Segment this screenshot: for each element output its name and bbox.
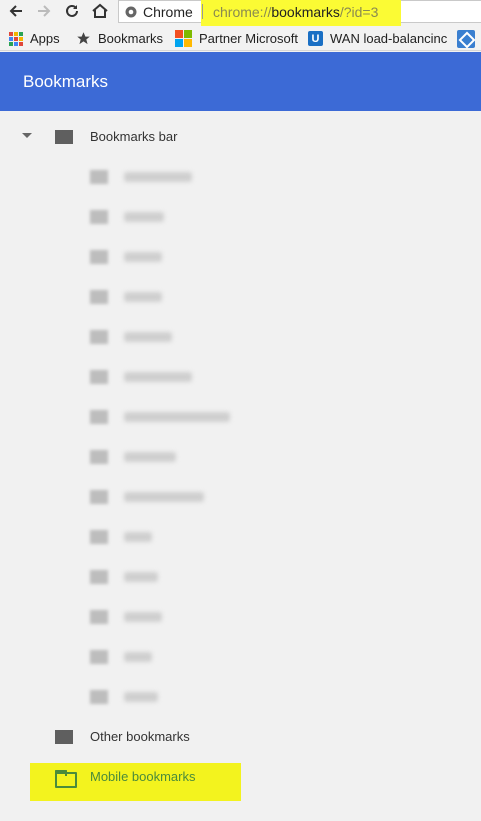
folder-icon <box>90 290 108 304</box>
bookmark-partner-microsoft[interactable]: Partner Microsoft <box>175 30 298 47</box>
reload-button[interactable] <box>61 0 83 22</box>
folder-icon <box>90 370 108 384</box>
tree-item-blurred-folder[interactable] <box>0 445 481 469</box>
tree-item-label: Other bookmarks <box>90 729 190 744</box>
folder-icon <box>90 490 108 504</box>
bookmarks-bar-strip: Apps Bookmarks Partner Microsoft U WAN l… <box>0 26 481 51</box>
expand-caret-icon[interactable] <box>22 133 32 138</box>
folder-icon <box>90 570 108 584</box>
folder-icon <box>90 450 108 464</box>
back-button[interactable] <box>5 0 27 22</box>
url-text[interactable]: chrome://bookmarks/?id=3 <box>213 4 378 20</box>
tree-item-blurred-folder[interactable] <box>0 205 481 229</box>
tree-item-label: Bookmarks bar <box>90 129 178 144</box>
bookmark-bookmarks[interactable]: Bookmarks <box>76 30 163 47</box>
bookmark-partner-microsoft-label: Partner Microsoft <box>199 31 298 46</box>
chip-label: Chrome <box>143 4 193 20</box>
tree-item-blurred-folder[interactable] <box>0 605 481 629</box>
folder-tree: Bookmarks bar Other bookmarks Mobile boo… <box>0 111 481 821</box>
blurred-label <box>124 572 158 582</box>
tree-item-bookmarks-bar[interactable]: Bookmarks bar <box>0 125 481 149</box>
tree-item-other-bookmarks[interactable]: Other bookmarks <box>0 725 481 749</box>
bookmarks-header: Bookmarks <box>0 52 481 111</box>
bookmark-wan-label: WAN load-balancinc <box>330 31 448 46</box>
url-scheme: chrome:// <box>213 4 272 20</box>
blurred-label <box>124 172 192 182</box>
blurred-label <box>124 332 172 342</box>
chrome-page-chip: Chrome <box>125 4 193 20</box>
tree-item-blurred-folder[interactable] <box>0 285 481 309</box>
bookmark-wan-load-balancing[interactable]: U WAN load-balancinc <box>308 30 447 47</box>
blurred-label <box>124 532 152 542</box>
folder-icon <box>90 250 108 264</box>
folder-icon <box>90 410 108 424</box>
forward-button[interactable] <box>33 0 55 22</box>
url-host: bookmarks <box>271 4 340 20</box>
blurred-label <box>124 692 158 702</box>
address-bar[interactable]: Chrome chrome://bookmarks/?id=3 <box>118 0 481 27</box>
bookmark-bookmarks-label: Bookmarks <box>98 31 164 46</box>
tree-item-blurred-folder[interactable] <box>0 245 481 269</box>
home-icon <box>92 3 108 18</box>
back-arrow-icon <box>9 5 22 17</box>
blurred-label <box>124 652 152 662</box>
reload-icon <box>66 4 78 17</box>
tree-item-blurred-folder[interactable] <box>0 525 481 549</box>
tree-item-blurred-folder[interactable] <box>0 405 481 429</box>
blurred-label <box>124 452 176 462</box>
overflow-bookmark-icon[interactable] <box>457 30 475 48</box>
ubiquiti-logo-icon: U <box>308 31 323 46</box>
chrome-logo-icon <box>125 6 137 18</box>
folder-icon <box>90 610 108 624</box>
apps-grid-icon <box>9 31 23 46</box>
blurred-label <box>124 412 230 422</box>
folder-icon <box>90 690 108 704</box>
blurred-label <box>124 492 204 502</box>
folder-icon <box>55 130 73 144</box>
blurred-label <box>124 212 164 222</box>
url-path: /?id=3 <box>339 4 379 20</box>
home-button[interactable] <box>89 0 111 22</box>
tree-item-blurred-folder[interactable] <box>0 165 481 189</box>
folder-icon <box>55 730 73 744</box>
folder-icon <box>90 330 108 344</box>
tree-item-blurred-folder[interactable] <box>0 645 481 669</box>
folder-icon <box>90 530 108 544</box>
folder-icon <box>90 210 108 224</box>
tree-item-blurred-folder[interactable] <box>0 325 481 349</box>
folder-icon <box>90 170 108 184</box>
folder-icon <box>90 650 108 664</box>
blurred-label <box>124 252 162 262</box>
blurred-label <box>124 372 192 382</box>
chip-divider <box>202 4 203 19</box>
tree-item-mobile-bookmarks[interactable]: Mobile bookmarks <box>0 765 481 789</box>
microsoft-logo-icon <box>175 30 192 47</box>
tree-item-blurred-folder[interactable] <box>0 685 481 709</box>
page-title: Bookmarks <box>23 72 109 91</box>
tree-item-blurred-folder[interactable] <box>0 565 481 589</box>
browser-toolbar: Chrome chrome://bookmarks/?id=3 <box>0 0 481 27</box>
blurred-label <box>124 292 162 302</box>
blurred-label <box>124 612 162 622</box>
tree-item-blurred-folder[interactable] <box>0 365 481 389</box>
tree-item-label: Mobile bookmarks <box>90 769 196 784</box>
open-folder-icon <box>55 770 77 788</box>
bookmark-apps[interactable]: Apps <box>9 30 60 47</box>
forward-arrow-icon <box>38 5 51 17</box>
star-icon <box>77 32 90 45</box>
tree-item-blurred-folder[interactable] <box>0 485 481 509</box>
bookmark-apps-label: Apps <box>30 31 60 46</box>
